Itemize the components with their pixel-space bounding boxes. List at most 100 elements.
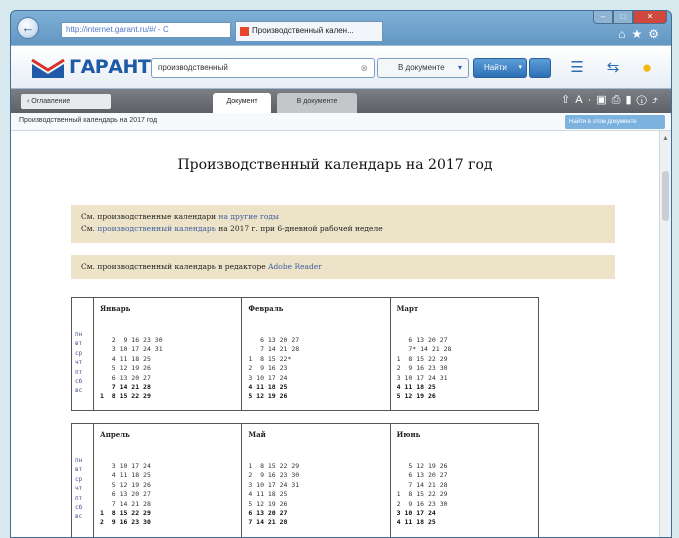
week-row: 1 8 15 22 29 [100,392,151,401]
link-adobe-reader[interactable]: Adobe Reader [268,262,322,271]
document-content: Производственный календарь на 2017 год С… [11,131,659,537]
week-row: 3 10 17 24 31 [100,345,163,354]
bookmark-icon[interactable]: ▮ [625,94,636,106]
week-row: 6 13 20 27 [100,373,151,382]
week-row: 1 8 15 22 29 [248,462,300,470]
weekday-label: вт [75,466,83,474]
week-row: 6 13 20 27 [100,490,151,499]
info-icon[interactable]: ⓘ [637,94,652,106]
week-row: 3 10 17 24 [248,373,288,382]
week-row: 7 14 21 28 [100,499,151,508]
week-row: 2 9 16 23 30 [248,471,300,480]
link-production-calendar[interactable]: производственный календарь [97,224,215,233]
month-january: Январь 2 9 16 23 30 3 10 17 24 31 4 11 1… [94,298,243,410]
weekday-label: чт [75,359,83,367]
browser-window: ← http://internet.garant.ru/#/ - C Произ… [10,10,672,538]
week-row: 6 13 20 27 [248,508,288,517]
weekday-column: пн вт ср чт пт сб вс [72,298,94,410]
month-name: Май [248,430,266,439]
browser-tools: ⌂★⚙ [618,27,665,41]
scrollbar-thumb[interactable] [662,171,669,221]
weekday-label: пт [75,368,83,376]
chevron-down-icon: ▾ [457,63,462,72]
week-row: 3 10 17 24 [396,508,436,517]
month-june: Июнь 5 12 19 26 6 13 20 27 7 14 21 28 1 … [391,424,538,537]
month-name: Апрель [100,430,130,439]
week-row: 4 11 18 25 [248,490,288,499]
week-row: 4 11 18 25 [396,518,436,527]
compare-icon[interactable]: ⇆ [601,57,625,79]
link-other-years[interactable]: на другие годы [219,212,279,221]
garant-envelope-icon [31,58,65,78]
calendar-quarter-2: пн вт ср чт пт сб вс Апрель 3 10 17 24 4… [71,423,539,537]
week-row: 4 11 18 25 [248,382,288,391]
week-row: 2 9 16 23 30 [100,336,163,344]
week-row: 4 11 18 25 [396,382,436,391]
find-in-document-button[interactable]: Найти в этом документе [565,115,665,129]
week-row: 1 8 15 22 29 [396,354,448,363]
week-row: 5 12 19 26 [248,392,288,401]
advanced-search-button[interactable] [529,58,551,78]
share-icon[interactable]: ⇧ [561,94,575,106]
week-row: 3 10 17 24 31 [396,373,448,382]
minimize-icon[interactable]: – [593,11,613,24]
address-text: http://internet.garant.ru/#/ - C [66,25,169,34]
weekday-label: пт [75,494,83,502]
note1-text: См. производственные календари [81,212,219,221]
tab-document[interactable]: Документ [213,93,271,113]
link-icon[interactable]: ⤴ [652,94,663,106]
week-row: 6 13 20 27 [248,336,300,344]
clear-search-icon[interactable]: ⊗ [360,59,368,77]
week-row: 4 11 18 25 [100,354,151,363]
back-arrow-icon[interactable]: ← [17,17,39,39]
weekday-label: сб [75,504,83,512]
chevron-down-icon: ▾ [518,64,522,71]
week-row: 3 10 17 24 [100,462,151,470]
garant-logo[interactable]: ГАРАНТ [31,54,151,82]
document-list-icon[interactable]: ☰ [565,57,589,79]
week-row: 1 8 15 22 29 [100,508,151,517]
week-row: 4 11 18 25 [100,471,151,480]
address-bar[interactable]: http://internet.garant.ru/#/ - C [61,22,231,38]
star-icon[interactable]: ★ [631,27,648,41]
week-row: 1 8 15 22 29 [396,490,448,499]
weekday-column: пн вт ср чт пт сб вс [72,424,94,537]
find-button[interactable]: Найти ▾ [473,58,527,78]
month-name: Март [396,304,419,313]
week-row: 2 9 16 23 30 [396,364,448,373]
font-size-icon[interactable]: A· [575,94,596,106]
scroll-up-icon[interactable]: ▲ [662,135,669,142]
note2-suffix: на 2017 г. при 6-дневной рабочей неделе [215,224,383,233]
week-row: 6 13 20 27 [396,471,448,480]
week-row: 5 12 19 26 [396,392,436,401]
maximize-icon[interactable]: □ [613,11,633,24]
week-row: 5 12 19 26 [248,499,288,508]
vertical-scrollbar[interactable]: ▲ [659,131,671,537]
search-value: производственный [158,63,228,72]
note-adobe-reader: См. производственный календарь в редакто… [71,255,615,279]
search-scope-select[interactable]: В документе ▾ [377,58,469,78]
print-icon[interactable]: ⎙ [612,94,626,106]
note3-text: См. производственный календарь в редакто… [81,262,269,271]
tab-in-document[interactable]: В документе [277,93,357,113]
week-row: 2 9 16 23 30 [100,518,151,527]
week-row: 5 12 19 26 [100,480,151,489]
weekday-label: ср [75,349,83,357]
save-icon[interactable]: ▣ [596,94,611,106]
week-row: 5 12 19 26 [100,364,151,373]
window-controls: – □ ✕ [593,11,667,25]
month-march: Март 6 13 20 27 7* 14 21 28 1 8 15 22 29… [391,298,538,410]
month-april: Апрель 3 10 17 24 4 11 18 25 5 12 19 26 … [94,424,243,537]
week-row: 3 10 17 24 31 [248,480,300,489]
home-icon[interactable]: ⌂ [618,27,631,41]
month-february: Февраль 6 13 20 27 7 14 21 28 1 8 15 22*… [242,298,391,410]
week-row: 7 14 21 28 [248,518,288,527]
browser-tab-active[interactable]: Производственный кален... [235,21,383,41]
week-row: 2 9 16 23 [248,364,288,373]
lightbulb-icon[interactable]: ● [635,57,659,79]
logo-text: ГАРАНТ [69,56,151,78]
search-input[interactable]: производственный ⊗ [151,58,375,78]
close-icon[interactable]: ✕ [633,11,667,24]
gear-icon[interactable]: ⚙ [648,27,665,41]
contents-button[interactable]: ‹ Оглавление [21,94,111,109]
